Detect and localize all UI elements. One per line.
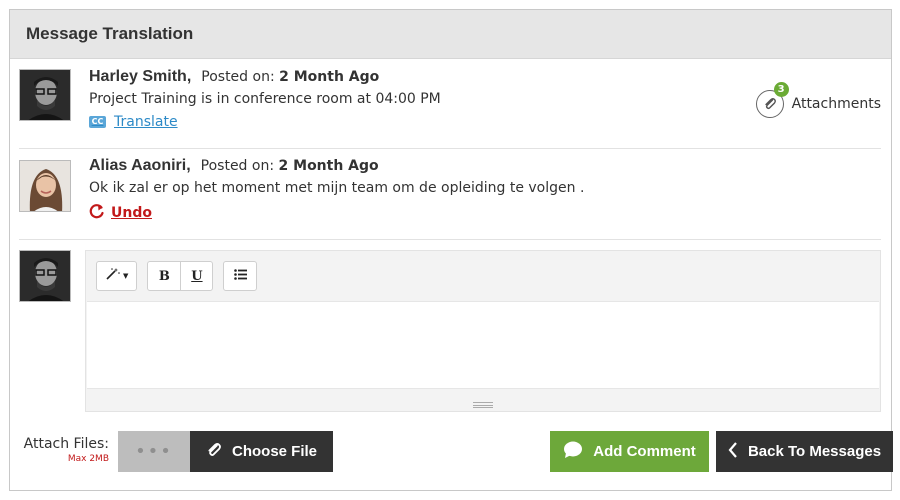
composer-footer: Attach Files: Max 2MB ••• Choose File Ad… bbox=[19, 431, 893, 473]
message-item: Alias Aaoniri, Posted on: 2 Month Ago Ok… bbox=[19, 149, 881, 240]
author-name: Alias Aaoniri, bbox=[89, 157, 191, 174]
message-item: Harley Smith, Posted on: 2 Month Ago Pro… bbox=[19, 60, 881, 149]
list-group bbox=[223, 261, 258, 291]
undo-label: Undo bbox=[111, 205, 152, 221]
style-group: ▼ bbox=[96, 261, 138, 291]
rich-text-editor: ▼ B U bbox=[85, 250, 881, 412]
paperclip-icon bbox=[206, 442, 232, 462]
underline-button[interactable]: U bbox=[180, 262, 212, 290]
paperclip-icon: 3 bbox=[755, 82, 789, 118]
attachments-button[interactable]: 3 Attachments bbox=[755, 82, 881, 118]
avatar bbox=[19, 250, 71, 302]
speech-bubble-icon bbox=[563, 441, 593, 463]
posted-info: Posted on: 2 Month Ago bbox=[201, 158, 379, 174]
translate-label: Translate bbox=[114, 114, 178, 130]
attach-files-label: Attach Files: bbox=[23, 436, 109, 452]
avatar bbox=[19, 160, 71, 212]
resize-handle[interactable] bbox=[473, 402, 493, 408]
undo-icon bbox=[89, 203, 105, 223]
selected-file-display: ••• bbox=[118, 431, 190, 472]
posted-time: 2 Month Ago bbox=[279, 69, 380, 85]
back-to-messages-label: Back To Messages bbox=[747, 443, 882, 460]
attachments-label: Attachments bbox=[791, 96, 881, 112]
avatar bbox=[19, 69, 71, 121]
add-comment-button[interactable]: Add Comment bbox=[550, 431, 709, 472]
posted-prefix: Posted on: bbox=[201, 69, 275, 85]
author-name: Harley Smith, bbox=[89, 68, 192, 85]
unordered-list-icon bbox=[234, 268, 247, 284]
magic-wand-icon bbox=[105, 267, 121, 285]
choose-file-label: Choose File bbox=[232, 443, 318, 460]
bold-button[interactable]: B bbox=[148, 262, 180, 290]
max-size-note: Max 2MB bbox=[67, 454, 109, 464]
back-to-messages-button[interactable]: Back To Messages bbox=[716, 431, 893, 472]
translate-link[interactable]: CC Translate bbox=[89, 114, 178, 130]
format-group: B U bbox=[147, 261, 214, 291]
comment-composer: ▼ B U bbox=[19, 250, 881, 412]
cc-icon: CC bbox=[89, 116, 106, 128]
chevron-left-icon bbox=[728, 441, 748, 462]
unordered-list-button[interactable] bbox=[224, 262, 256, 290]
comment-input[interactable] bbox=[87, 301, 879, 389]
choose-file-button[interactable]: Choose File bbox=[190, 431, 334, 472]
undo-link[interactable]: Undo bbox=[89, 203, 152, 223]
file-picker: ••• Choose File bbox=[118, 431, 334, 472]
panel-title: Message Translation bbox=[26, 24, 194, 43]
add-comment-label: Add Comment bbox=[593, 443, 696, 460]
attach-files-label-group: Attach Files: Max 2MB bbox=[19, 436, 109, 464]
posted-info: Posted on: 2 Month Ago bbox=[201, 69, 379, 85]
panel-header: Message Translation bbox=[10, 10, 891, 59]
chevron-down-icon: ▼ bbox=[123, 272, 129, 280]
message-body: Alias Aaoniri, Posted on: 2 Month Ago Ok… bbox=[89, 157, 881, 223]
message-translation-panel: Message Translation Harley Smith, Posted… bbox=[9, 9, 893, 491]
posted-time: 2 Month Ago bbox=[278, 158, 379, 174]
attachments-count-badge: 3 bbox=[773, 82, 789, 97]
posted-prefix: Posted on: bbox=[200, 158, 275, 174]
style-dropdown-button[interactable]: ▼ bbox=[97, 262, 136, 290]
message-text: Ok ik zal er op het moment met mijn team… bbox=[89, 180, 585, 196]
editor-toolbar: ▼ B U bbox=[96, 261, 267, 291]
